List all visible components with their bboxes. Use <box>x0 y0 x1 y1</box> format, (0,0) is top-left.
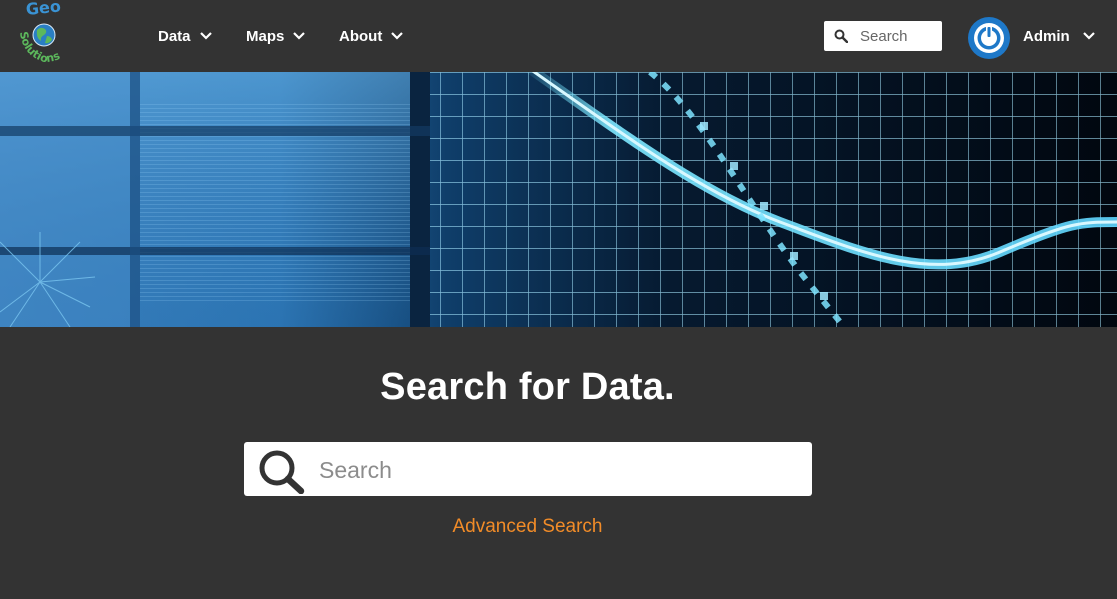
svg-text:Geo: Geo <box>25 0 62 19</box>
main-search-input[interactable] <box>319 453 789 487</box>
chevron-down-icon <box>293 32 306 40</box>
nav-about-menu[interactable]: About <box>339 24 404 48</box>
header-search-box <box>824 21 942 51</box>
nav-about-label: About <box>339 27 383 45</box>
nav-data-menu[interactable]: Data <box>158 24 213 48</box>
header-search-input[interactable] <box>860 26 938 46</box>
globe-logo-icon: Geo Solutions <box>17 0 62 66</box>
search-icon[interactable] <box>257 448 305 494</box>
user-name-label: Admin <box>1023 27 1070 45</box>
nav-maps-menu[interactable]: Maps <box>246 24 306 48</box>
page-title: Search for Data. <box>380 366 675 408</box>
hero-banner-image <box>0 72 1117 327</box>
geo-solutions-logo[interactable]: Geo Solutions <box>6 0 82 70</box>
user-menu[interactable]: Admin <box>1023 24 1096 48</box>
main-search-box <box>244 442 812 496</box>
chevron-down-icon <box>391 32 404 40</box>
chevron-down-icon <box>1082 32 1095 40</box>
search-icon[interactable] <box>834 29 848 43</box>
advanced-search-link[interactable]: Advanced Search <box>0 516 1055 538</box>
digital-grid-wave-image <box>0 72 1117 327</box>
nav-data-label: Data <box>158 27 191 45</box>
nav-maps-label: Maps <box>246 27 285 45</box>
chevron-down-icon <box>199 32 212 40</box>
power-icon[interactable] <box>968 17 1010 59</box>
top-navbar: Geo Solutions Data Maps About Search Adm… <box>0 0 1117 72</box>
